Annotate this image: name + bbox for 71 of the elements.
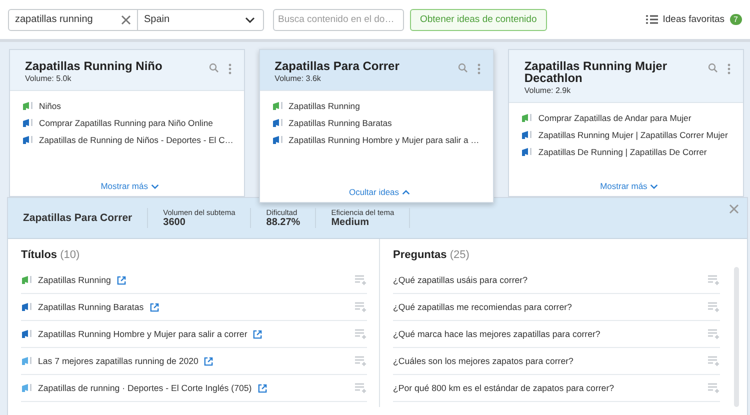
card-title: Zapatillas Running Mujer Decathlon [524,60,668,84]
section-heading: Títulos (10) [21,249,81,261]
add-to-list-icon[interactable] [355,302,367,312]
add-to-list-icon[interactable] [708,275,720,285]
question-text: ¿Qué zapatillas me recomiendas para correr? [393,302,572,312]
stat-value: 3600 [163,217,186,228]
idea-text: Comprar Zapatillas de Andar para Mujer [538,113,692,123]
search-icon[interactable] [208,63,219,73]
clear-icon[interactable] [121,14,131,24]
section-heading: Preguntas (25) [393,249,470,261]
idea-text: Zapatillas Running Hombre y Mujer para salir a … [288,135,480,145]
caret-icon [150,184,159,188]
keyword-field[interactable]: zapatillas running [8,8,138,30]
caret-icon [402,190,410,194]
close-icon[interactable] [729,204,739,214]
add-to-list-icon[interactable] [355,356,367,366]
add-to-list-icon[interactable] [355,275,367,285]
chevron-down-icon [245,16,255,22]
external-link-icon[interactable] [253,330,262,338]
country-dropdown[interactable]: Spain [138,8,264,30]
count-badge: 7 [730,14,742,25]
question-text: ¿Por qué 800 km es el estándar de zapatos para correr? [393,383,614,393]
idea-text: Zapatillas Running Baratas [288,118,392,128]
stat-value: Medium [331,217,370,228]
caret-icon [650,184,658,188]
idea-text: Niños [39,101,61,111]
topic-card[interactable]: Zapatillas Para Correr Volume: 3.6k Zapatillas Running Zapatillas Running Baratas Zapatillas Running Hombre y Mujer para salir a … Ocultar ideas [258,49,494,203]
question-text: ¿Qué marca hace las mejores zapatillas para correr? [393,329,600,339]
headline-text: Las 7 mejores zapatillas running de 2020 [38,356,198,366]
topic-card[interactable]: Zapatillas Running Niño Volume: 5.0k Niños Comprar Zapatillas Running para Niño Online Zapatillas de Running de Niños - Deportes - El C… Mostrar más [9,49,245,197]
toggle-link[interactable]: Ocultar ideas [348,187,410,197]
headline-text: Zapatillas de running · Deportes - El Corte Inglés (705) [38,383,252,393]
volume-text: Volume: 3.6k [274,74,322,83]
volume-text: Volume: 5.0k [25,74,72,83]
more-icon[interactable] [727,63,732,75]
stat-value: 88.27% [266,217,300,228]
headline-text: Zapatillas Running Hombre y Mujer para salir a correr [38,329,248,339]
add-to-list-icon[interactable] [708,302,720,312]
topic-title: Zapatillas Para Correr [23,208,148,228]
idea-text: Comprar Zapatillas Running para Niño Online [39,118,213,128]
add-to-list-icon[interactable] [708,356,720,366]
idea-text: Zapatillas de Running de Niños - Deportes - El C… [39,135,234,145]
volume-text: Volume: 2.9k [524,86,572,95]
topic-card[interactable]: Zapatillas Running Mujer Decathlon Volume: 2.9k Comprar Zapatillas de Andar para Mujer Zapatillas Running Mujer | Zapatillas Correr Mujer Zapatillas De Running | Zapatillas De Correr Mostrar más [508,49,744,197]
list-icon [646,15,658,24]
external-link-icon[interactable] [258,384,267,392]
question-text: ¿Cuáles son los mejores zapatos para correr? [393,356,574,366]
search-field[interactable]: Busca contenido en el do… [273,8,404,30]
add-to-list-icon[interactable] [708,329,720,339]
headline-text: Zapatillas Running Baratas [38,302,144,312]
idea-text: Zapatillas Running Mujer | Zapatillas Correr Mujer [538,130,728,140]
more-icon[interactable] [477,63,482,75]
toggle-link[interactable]: Mostrar más [600,181,658,191]
toggle-link[interactable]: Mostrar más [100,181,159,191]
add-to-list-icon[interactable] [708,383,720,393]
idea-text: Zapatillas De Running | Zapatillas De Correr [538,147,707,157]
more-icon[interactable] [228,63,232,75]
external-link-icon[interactable] [150,302,159,312]
search-icon[interactable] [458,63,468,73]
idea-text: Zapatillas Running [288,101,360,111]
card-title: Zapatillas Running Niño [25,60,164,72]
external-link-icon[interactable] [204,356,214,366]
add-to-list-icon[interactable] [355,383,367,393]
headline-text: Zapatillas Running [38,275,111,285]
question-text: ¿Qué zapatillas usáis para correr? [393,275,528,285]
add-to-list-icon[interactable] [355,329,367,339]
search-icon[interactable] [708,63,718,73]
external-link-icon[interactable] [116,276,126,284]
favorites-button[interactable]: Ideas favoritas 7 [646,14,742,25]
card-title: Zapatillas Para Correr [274,60,400,72]
scrollbar[interactable] [734,267,739,407]
